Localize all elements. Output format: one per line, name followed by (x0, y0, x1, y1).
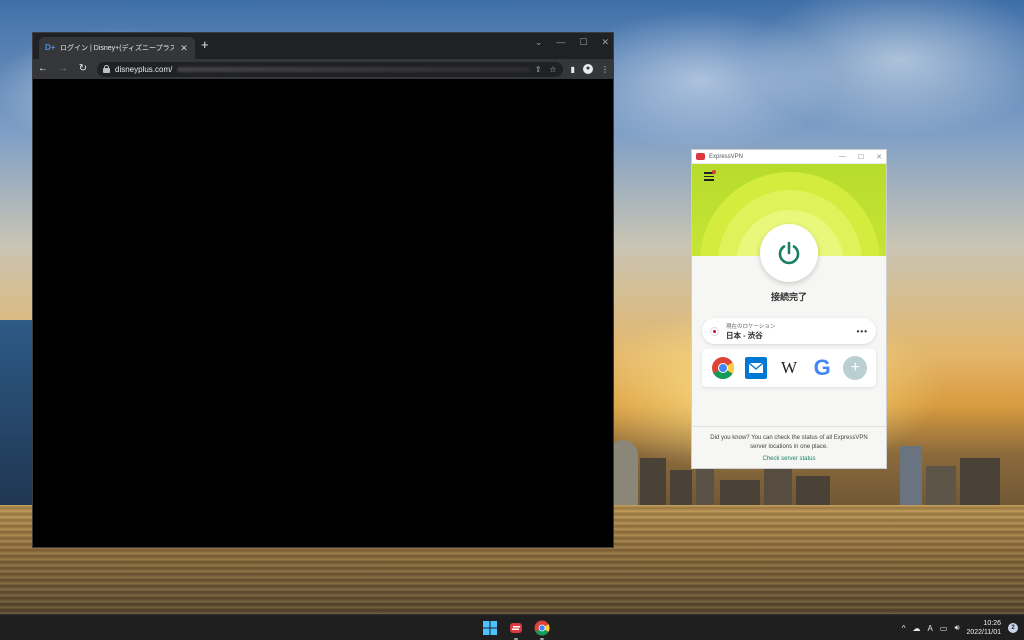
start-button[interactable] (482, 620, 498, 636)
forward-arrow-icon[interactable]: → (57, 63, 69, 75)
shortcut-mail[interactable] (743, 355, 769, 381)
vpn-window-controls: — ☐ ✕ (839, 153, 882, 161)
app-shortcuts: W G + (702, 349, 876, 387)
profile-avatar-icon[interactable]: ● (583, 64, 593, 74)
disneyplus-favicon-icon: D+ (45, 43, 56, 52)
notification-badge[interactable]: 2 (1008, 623, 1018, 633)
shortcut-chrome[interactable] (710, 355, 736, 381)
tray-chevron-icon[interactable]: ^ (902, 624, 906, 633)
vpn-titlebar[interactable]: ExpressVPN — ☐ ✕ (692, 150, 886, 164)
chrome-taskbar-icon (534, 620, 550, 636)
wikipedia-icon: W (780, 358, 797, 377)
address-bar[interactable]: disneyplus.com/ ⇪ ☆ (97, 61, 563, 77)
wallpaper-bridge (0, 320, 32, 510)
tab-search-chevron-icon[interactable]: ⌄ (535, 37, 543, 48)
clock-date: 2022/11/01 (966, 629, 1001, 636)
plus-circle-icon: + (843, 356, 868, 380)
expressvpn-taskbar-icon (510, 623, 522, 633)
shortcut-wikipedia[interactable]: W (776, 355, 802, 381)
connection-status: 接続完了 (770, 292, 807, 302)
share-icon[interactable]: ⇪ (535, 65, 542, 74)
new-tab-button[interactable]: + (201, 38, 209, 52)
power-icon (778, 241, 800, 265)
chrome-icon (711, 357, 734, 379)
location-selector[interactable]: 現在のロケーション 日本 - 渋谷 ••• (702, 318, 876, 344)
browser-window: D+ ログイン | Disney+(ディズニープラス) ✕ + ⌄ — ☐ ✕ … (32, 32, 614, 548)
browser-tab-disneyplus[interactable]: D+ ログイン | Disney+(ディズニープラス) ✕ (39, 37, 195, 59)
did-you-know-tip: Did you know? You can check the status o… (710, 435, 868, 450)
taskbar-expressvpn[interactable] (508, 620, 524, 640)
address-url[interactable]: disneyplus.com/ (115, 65, 172, 74)
address-url-blurred-path (177, 66, 530, 72)
vpn-divider (692, 426, 886, 427)
vpn-close-icon[interactable]: ✕ (876, 153, 882, 161)
japan-flag-icon (710, 326, 719, 336)
browser-toolbar: ← → ↻ disneyplus.com/ ⇪ ☆ ▮ ● ⋮ (33, 59, 613, 79)
location-name: 日本 - 渋谷 (726, 330, 763, 340)
bookmark-star-icon[interactable]: ☆ (549, 65, 556, 74)
location-text: 現在のロケーション 日本 - 渋谷 (726, 322, 850, 341)
browser-window-controls: ⌄ — ☐ ✕ (535, 37, 609, 48)
onedrive-cloud-icon[interactable]: ☁ (913, 624, 921, 633)
browser-toolbar-icons: ▮ ● ⋮ (571, 64, 609, 74)
taskbar: ^ ☁ A ▭ 🔊︎ 10:26 2022/11/01 2 (0, 614, 1024, 640)
power-button[interactable] (760, 224, 818, 282)
volume-icon[interactable]: 🔊︎ (954, 623, 959, 633)
lock-icon[interactable] (103, 65, 110, 73)
tab-close-icon[interactable]: ✕ (179, 43, 189, 54)
expressvpn-logo-icon (696, 153, 705, 160)
browser-tab-title: ログイン | Disney+(ディズニープラス) (60, 45, 174, 52)
clock-time: 10:26 (983, 620, 1001, 627)
taskbar-chrome[interactable] (534, 620, 550, 640)
vpn-minimize-icon[interactable]: — (839, 153, 846, 161)
browser-page-content[interactable] (33, 79, 613, 547)
system-tray: ^ ☁ A ▭ 🔊︎ 10:26 2022/11/01 2 (902, 619, 1018, 637)
mail-icon (744, 357, 767, 379)
more-options-icon[interactable]: ••• (857, 327, 868, 336)
maximize-icon[interactable]: ☐ (579, 37, 587, 48)
google-icon: G (813, 355, 831, 380)
vpn-maximize-icon[interactable]: ☐ (858, 153, 864, 161)
vpn-app-title: ExpressVPN (709, 153, 744, 160)
omnibox-icons: ⇪ ☆ (535, 65, 557, 74)
notification-dot-icon (712, 170, 716, 174)
minimize-icon[interactable]: — (556, 37, 565, 48)
reload-icon[interactable]: ↻ (77, 63, 89, 75)
browser-titlebar[interactable]: D+ ログイン | Disney+(ディズニープラス) ✕ + ⌄ — ☐ ✕ (33, 33, 613, 59)
ime-indicator[interactable]: A (928, 624, 933, 633)
display-icon[interactable]: ▭ (940, 624, 948, 633)
check-server-status-link[interactable]: Check server status (692, 456, 886, 462)
shortcut-google[interactable]: G (809, 355, 835, 381)
shortcut-add[interactable]: + (842, 355, 868, 381)
taskbar-apps (482, 620, 550, 640)
back-arrow-icon[interactable]: ← (37, 63, 49, 75)
expressvpn-window: ExpressVPN — ☐ ✕ 接続完了 現在のロケーション 日本 - 渋谷 … (691, 149, 887, 469)
kebab-menu-icon[interactable]: ⋮ (601, 65, 609, 74)
location-label: 現在のロケーション (726, 323, 776, 330)
windows-logo-icon (483, 621, 497, 635)
hamburger-menu-icon[interactable] (704, 170, 716, 181)
close-icon[interactable]: ✕ (601, 37, 609, 48)
side-panel-icon[interactable]: ▮ (571, 65, 575, 74)
taskbar-clock[interactable]: 10:26 2022/11/01 (966, 619, 1001, 637)
